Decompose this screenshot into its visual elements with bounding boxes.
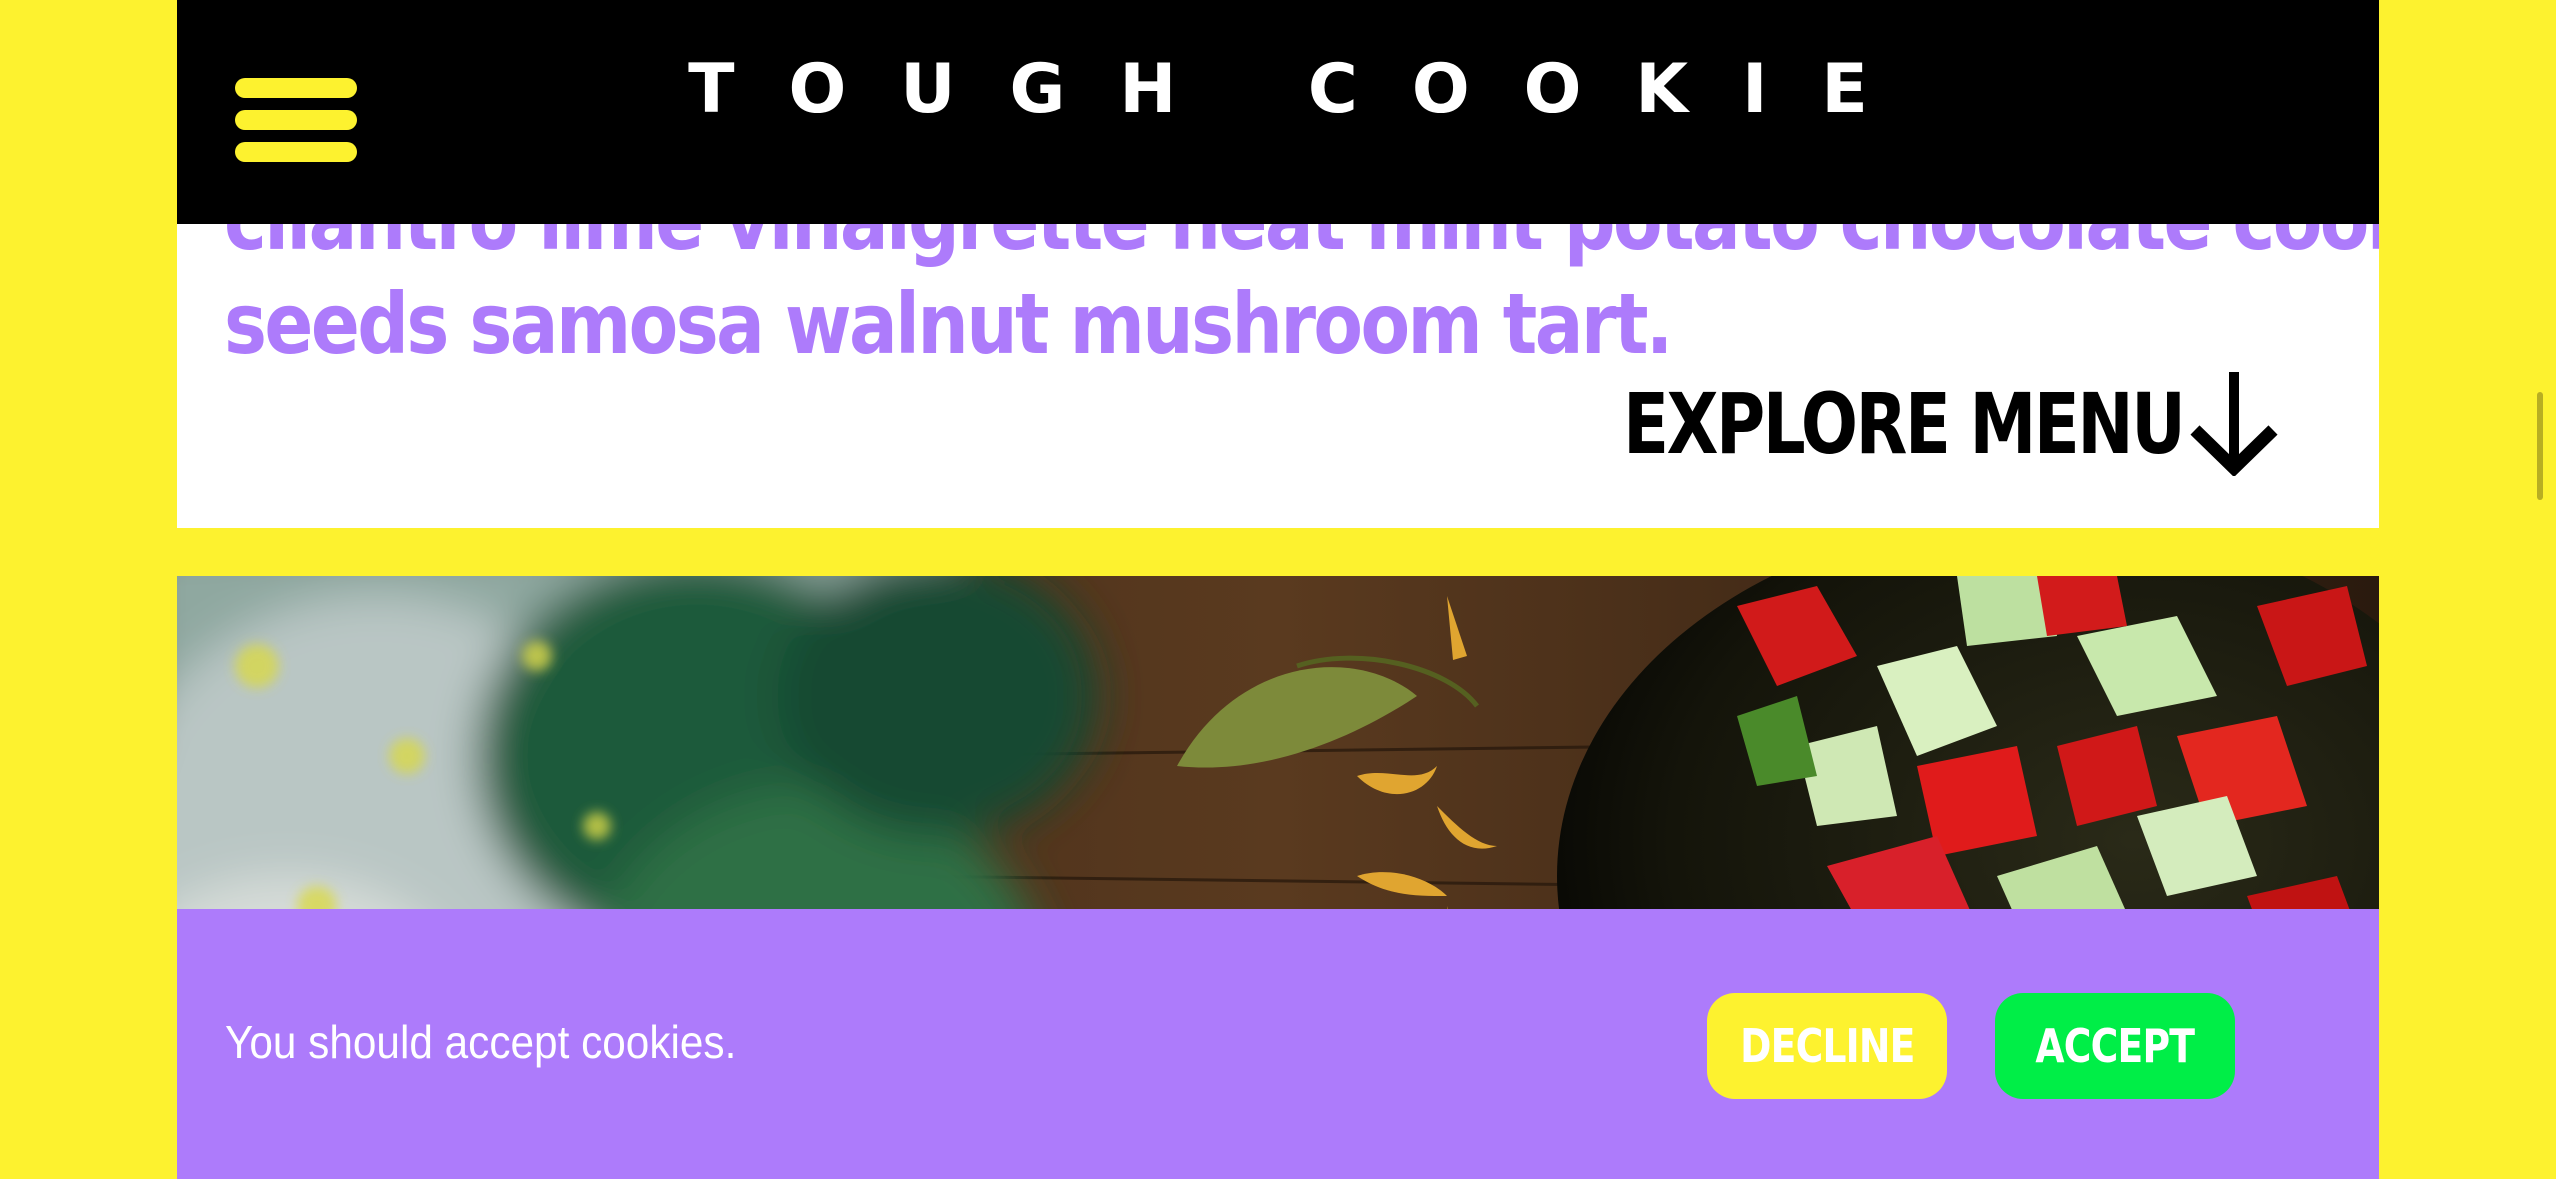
- page-frame: cilantro lime vinaigrette heat mint pota…: [177, 0, 2379, 1179]
- cookie-consent-banner: You should accept cookies. DECLINE ACCEP…: [177, 909, 2379, 1179]
- brand-title[interactable]: TOUGH COOKIE: [177, 50, 2379, 130]
- accept-button-label: ACCEPT: [2035, 1019, 2196, 1073]
- site-header: TOUGH COOKIE: [177, 0, 2379, 224]
- accept-cookies-button[interactable]: ACCEPT: [1995, 993, 2235, 1099]
- explore-menu-link[interactable]: EXPLORE MENU: [1483, 372, 2279, 476]
- arrow-down-icon: [2190, 372, 2278, 476]
- hamburger-bar: [235, 142, 357, 162]
- decline-cookies-button[interactable]: DECLINE: [1707, 993, 1947, 1099]
- explore-menu-label: EXPLORE MENU: [1622, 375, 2186, 473]
- scrollbar-thumb[interactable]: [2537, 392, 2543, 500]
- decline-button-label: DECLINE: [1739, 1019, 1915, 1073]
- intro-line-2: seeds samosa walnut mushroom tart.: [224, 275, 1673, 373]
- cookie-message: You should accept cookies.: [225, 1016, 737, 1068]
